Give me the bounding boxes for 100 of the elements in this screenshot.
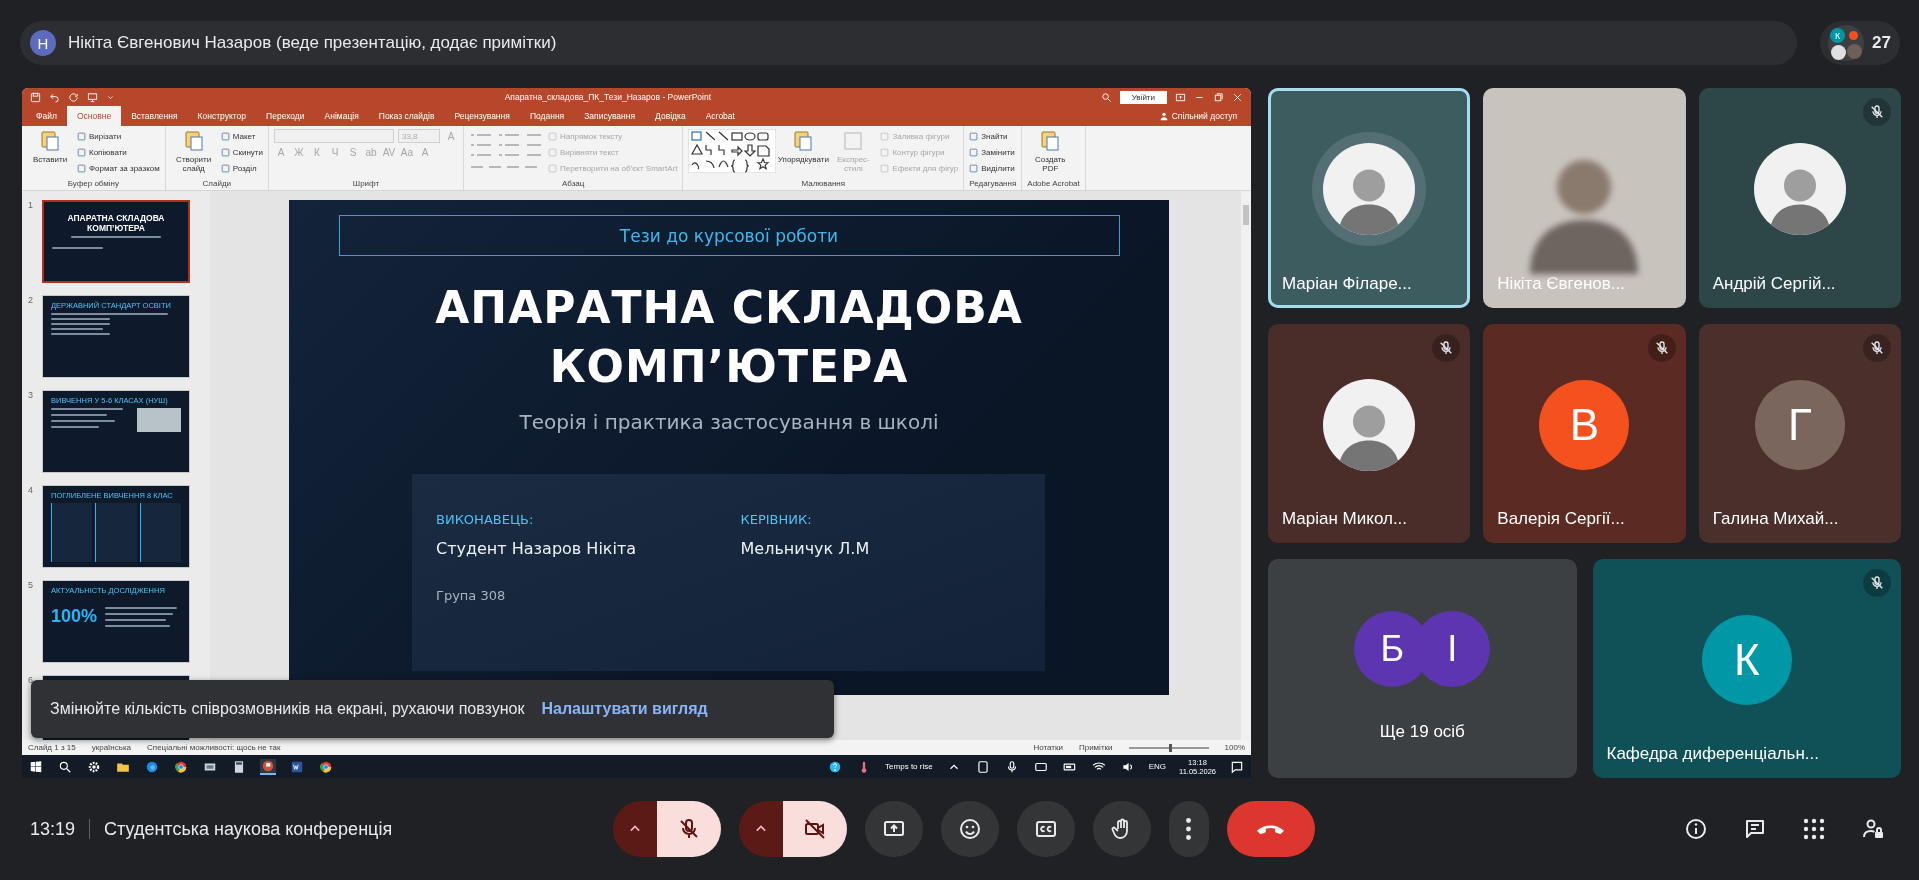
customize-layout-link[interactable]: Налаштувати вигляд [541,700,708,718]
ribbon-button[interactable]: Створити слайд [170,129,217,173]
participant-name: Маріан Філаре... [1281,273,1413,295]
notes-button[interactable]: Нотатки [1033,743,1063,752]
weather-label: Temps to rise [885,762,933,771]
ribbon-tab[interactable]: Рецензування [444,106,520,126]
gear-icon[interactable] [87,759,101,774]
ribbon-button[interactable]: Создать PDF [1027,129,1074,173]
camera-button[interactable] [782,801,847,857]
participant-name: Ще 19 осіб [1378,722,1466,743]
ribbon-button[interactable]: Макет [220,129,263,143]
detail-label: ВИКОНАВЕЦЬ: [436,512,535,527]
participants-button[interactable]: К 27 [1820,21,1900,65]
browser-icon[interactable] [174,759,188,774]
ribbon-button[interactable]: Виділити [969,161,1015,175]
ribbon-tab[interactable]: Показ слайдів [368,106,445,126]
ribbon-tab[interactable]: Основне [66,106,122,126]
ribbon-tab[interactable]: Подання [519,106,575,126]
avatar-letter: В [1539,379,1630,470]
presentation-app-icon[interactable] [261,758,275,773]
sign-in-button[interactable]: Увійти [1119,90,1167,104]
restore-icon[interactable] [1213,91,1224,103]
present-button[interactable] [864,801,923,857]
notification-dot [1849,31,1858,40]
help-icon[interactable] [828,759,843,774]
ribbon-group-label: Шрифт [351,178,381,190]
tablet-icon[interactable] [975,759,990,774]
participant-avatar [1831,45,1846,60]
ribbon-tab[interactable]: Конструктор [187,106,257,126]
ribbon-tab[interactable]: Acrobat [695,106,745,126]
info-icon [1684,817,1708,841]
end-call-button[interactable] [1226,801,1315,857]
ribbon-button[interactable]: Скинути [220,145,263,159]
share-button[interactable]: Спільний доступ [1171,111,1237,121]
participant-name: Нікіта Євгенов... [1496,273,1626,295]
undo-icon[interactable] [49,91,60,103]
notification-text: Змінюйте кількість співрозмовників на екрані, рухаючи повзунок [50,700,525,718]
browser-icon[interactable] [145,759,159,774]
avatar-letter: К [1701,614,1792,705]
meeting-title: Студентська наукова конференція [104,818,393,840]
participant-name: Маріан Микол... [1281,509,1409,531]
ribbon-button[interactable]: Вирізати [77,129,160,143]
ribbon-button[interactable]: Копіювати [77,145,160,159]
ribbon-button[interactable]: Формат за зразком [77,161,160,175]
browser-icon[interactable] [319,759,333,774]
ribbon-tab[interactable]: Довідка [645,106,696,126]
search-icon[interactable] [58,759,72,774]
avatar-letter: Г [1754,379,1845,470]
slide-thumbnail[interactable]: АПАРАТНА СКЛАДОВА КОМП’ЮТЕРА [42,200,190,283]
ribbon-tab[interactable]: Анімація [314,106,369,126]
ribbon-button[interactable]: Вставити [27,129,73,164]
photo-placeholder [137,408,181,432]
calculator-icon[interactable] [232,759,246,774]
slide-title: АПАРАТНА СКЛАДОВА КОМП’ЮТЕРА [434,281,1024,394]
reactions-button[interactable] [940,801,999,857]
ribbon-group-label: Слайди [201,178,233,190]
more-options-button[interactable] [1168,801,1209,857]
person-icon [1158,111,1169,121]
save-icon[interactable] [30,91,41,103]
scrollbar[interactable] [1241,191,1251,740]
microphone-button[interactable] [656,801,721,857]
accessibility-status[interactable]: Спеціальні можливості: щось не так [147,743,281,752]
thumbnail-highlight: 100% [51,606,98,627]
ribbon-tab[interactable]: Файл [26,106,67,126]
ribbon-tab[interactable]: Записування [574,106,646,126]
raise-hand-button[interactable] [1092,801,1151,857]
slide-number: 2 [27,295,34,305]
presentation-icon[interactable] [87,91,98,103]
ribbon-tab[interactable]: Переходи [256,106,315,126]
ribbon-display-icon[interactable] [1175,91,1186,103]
content-card [139,503,181,562]
camera-off-icon [802,817,827,841]
thumbnail-title: АПАРАТНА СКЛАДОВА КОМП’ЮТЕРА [66,213,166,233]
close-icon[interactable] [1232,91,1243,103]
ribbon-group-label: Буфер обміну [66,178,120,190]
ribbon-tab[interactable]: Вставлення [121,106,188,126]
content-card [95,503,137,562]
slide-subtitle: Теорія і практика застосування в школі [519,410,939,434]
ribbon-button[interactable]: Розділ [220,161,263,175]
ribbon-button[interactable]: Знайти [969,129,1015,143]
zoom-slider-thumb[interactable] [1168,743,1172,752]
more-icon [1186,818,1191,840]
detail-label: КЕРІВНИК: [740,512,813,527]
meeting-time: 13:19 [30,818,76,840]
document-app-icon[interactable] [290,759,304,774]
keyboard-language[interactable]: ENG [1148,762,1166,771]
ribbon-button[interactable]: Упорядкувати [780,129,827,164]
slide-number: 1 [27,200,34,210]
captions-button[interactable] [1016,801,1075,857]
slide-number: 5 [27,580,34,590]
slide-header: Тези до курсової роботи [338,215,1120,256]
redo-icon[interactable] [68,91,79,103]
comments-button[interactable]: Примітки [1078,743,1113,752]
phone-icon [1257,823,1284,835]
content-card [51,503,93,562]
notifications-icon[interactable] [1230,759,1244,774]
shapes-gallery[interactable] [688,129,777,173]
windows-logo-icon[interactable] [29,759,43,774]
ribbon-button[interactable]: Замінити [969,145,1015,159]
presenter-label: Нікіта Євгенович Назаров (веде презентацію, додає примітки) [68,33,557,53]
